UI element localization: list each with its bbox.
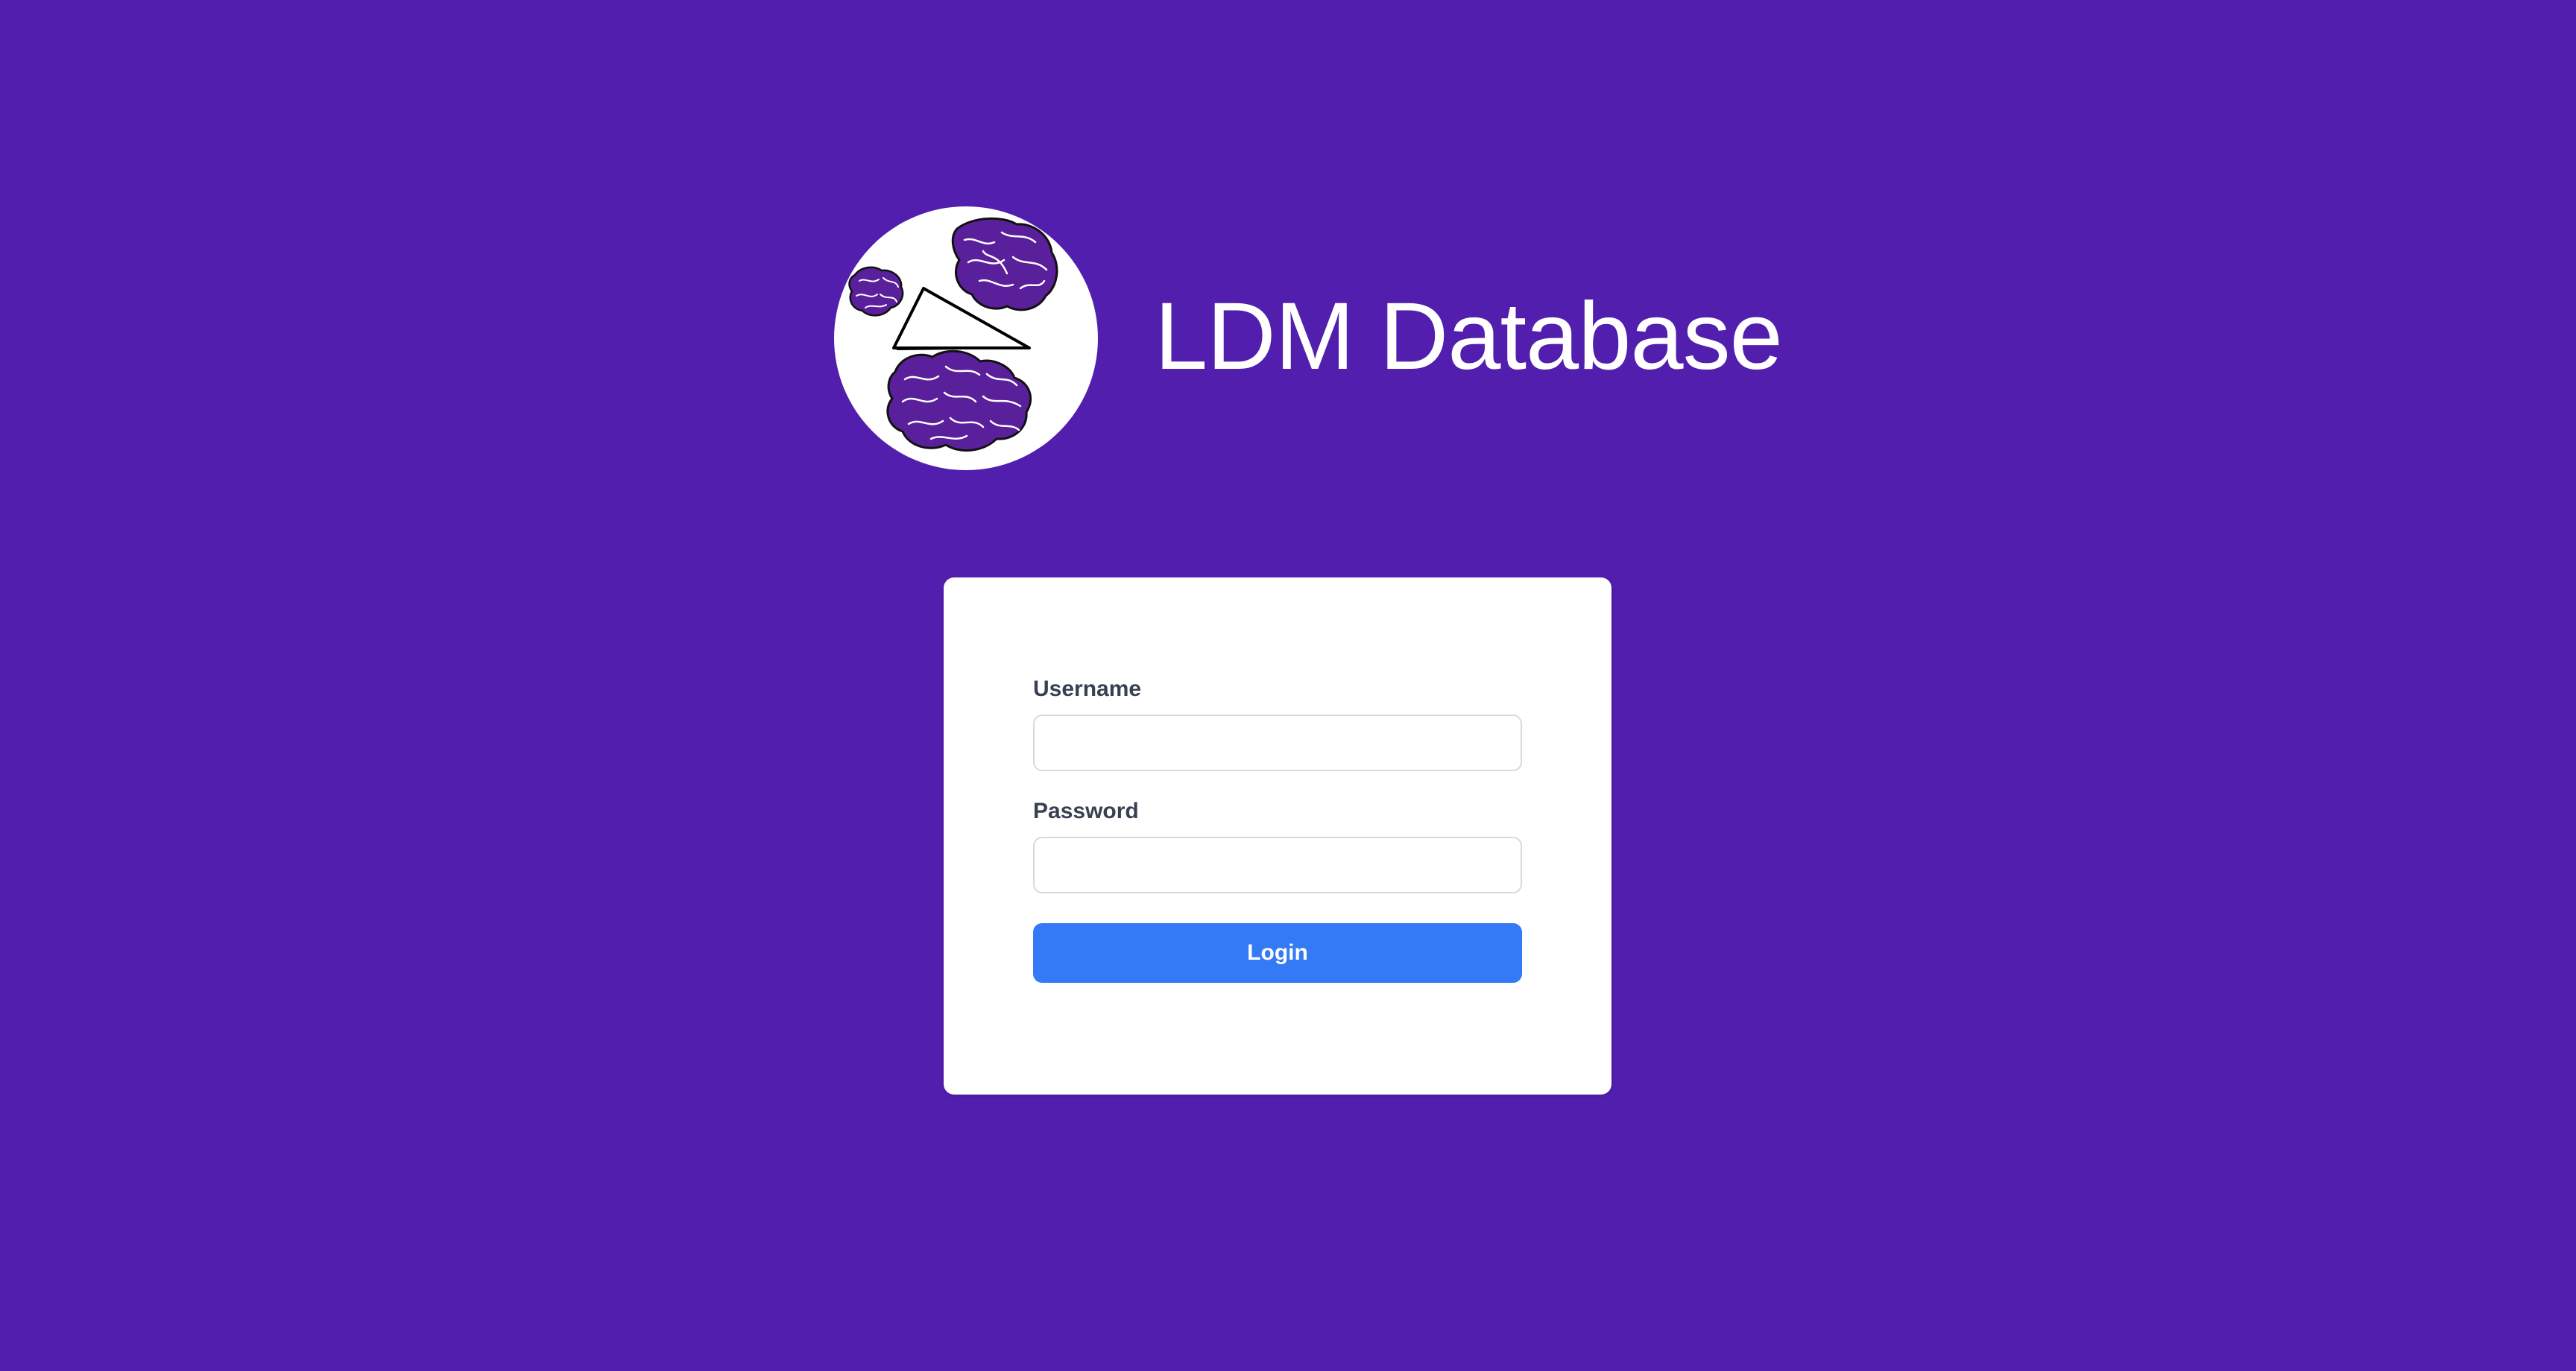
password-field-group: Password [1033,798,1522,893]
username-field-group: Username [1033,676,1522,771]
brain-small-left-icon [848,266,904,317]
brain-large-bottom-icon [886,349,1032,452]
header: LDM Database [834,206,1803,470]
login-form: Username Password Login [1033,676,1522,983]
brain-logo-icon [834,206,1098,470]
login-card: Username Password Login [944,577,1611,1095]
username-input[interactable] [1033,715,1522,771]
login-button[interactable]: Login [1033,923,1522,983]
brain-large-top-icon [951,217,1058,311]
password-input[interactable] [1033,837,1522,893]
username-label: Username [1033,677,1142,701]
app-title: LDM Database [1155,283,1783,390]
password-label: Password [1033,799,1139,823]
